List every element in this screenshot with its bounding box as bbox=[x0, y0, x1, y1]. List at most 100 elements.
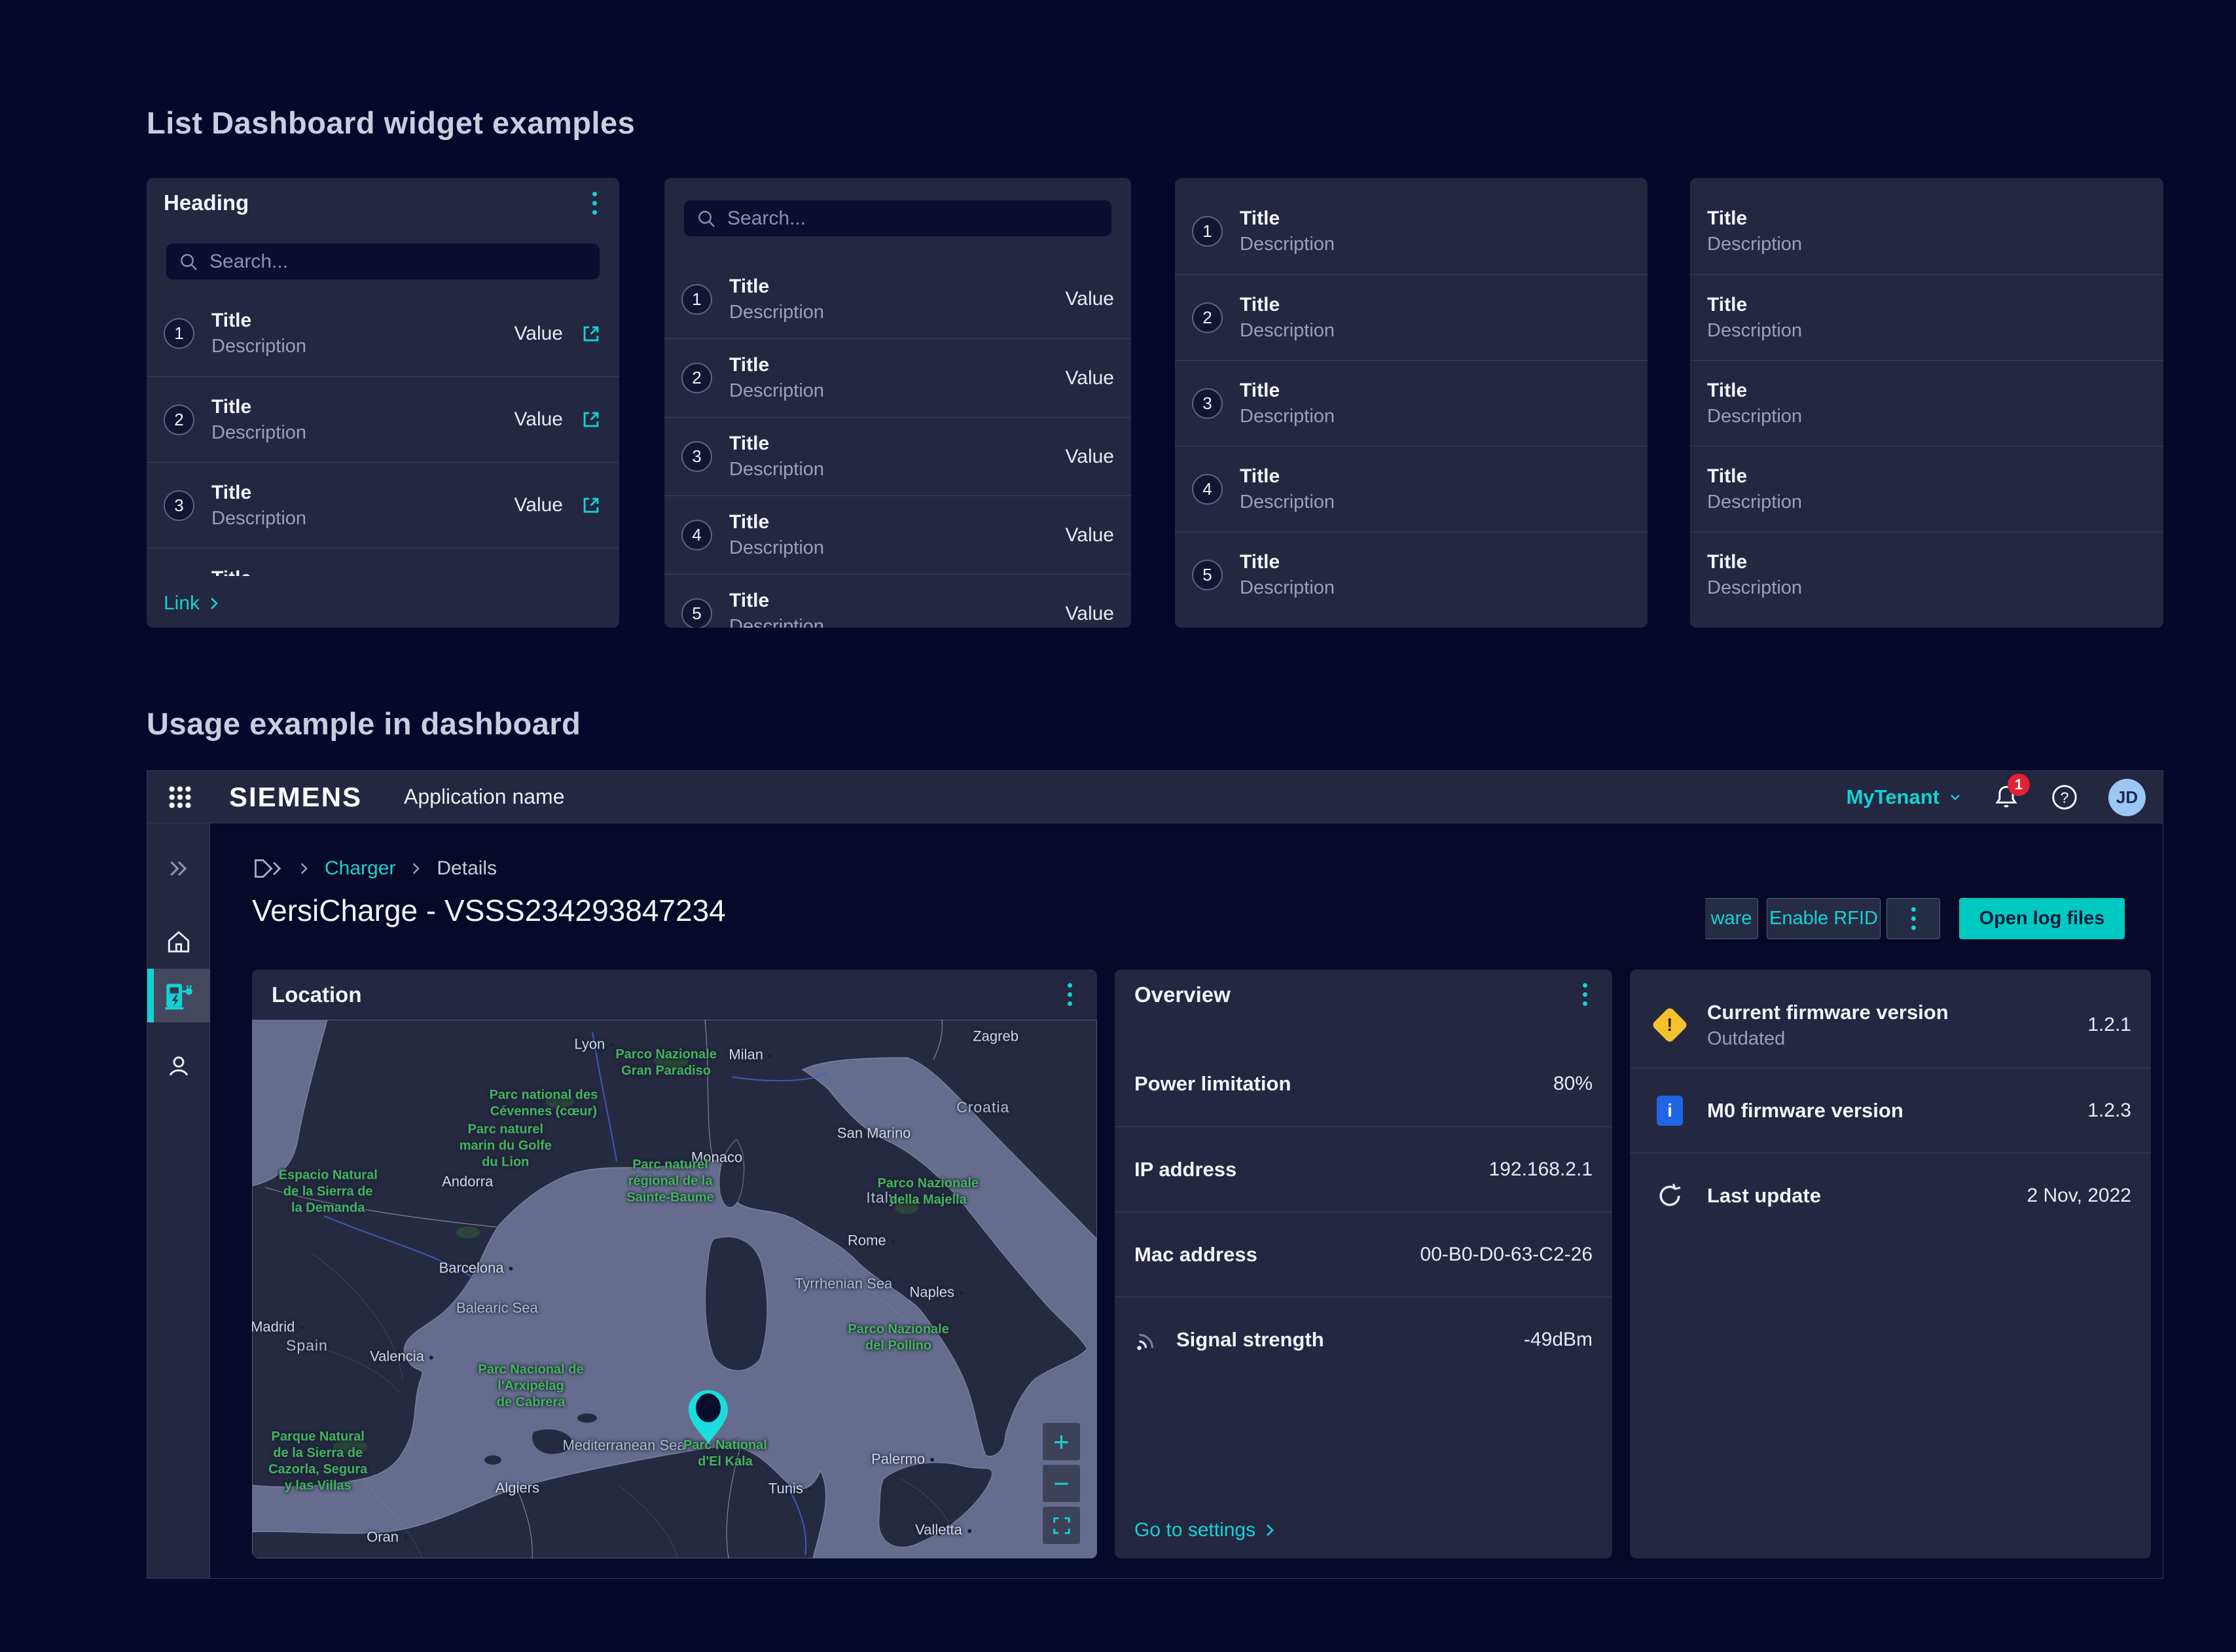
external-link-icon[interactable] bbox=[580, 323, 602, 345]
person-icon bbox=[164, 1052, 193, 1081]
item-description: Description bbox=[1240, 577, 1335, 599]
map-city-dot bbox=[300, 1326, 304, 1330]
chevron-right-icon bbox=[299, 861, 309, 876]
double-chevron-right-icon bbox=[166, 855, 192, 882]
map-label-city: Lyon bbox=[574, 1035, 614, 1053]
item-title: Title bbox=[1240, 294, 1335, 316]
item-title: Title bbox=[1707, 551, 1802, 573]
breadcrumb-charger[interactable]: Charger bbox=[325, 857, 395, 880]
list-item[interactable]: TitleDescription bbox=[1690, 274, 2163, 360]
item-number-chip: 4 bbox=[1192, 474, 1223, 505]
external-link-icon[interactable] bbox=[580, 494, 602, 516]
sidebar-expand-button[interactable] bbox=[147, 842, 210, 895]
map-label-city: Barcelona bbox=[439, 1259, 513, 1277]
list-item[interactable]: 4TitleDescriptionValue bbox=[664, 495, 1131, 574]
list-item[interactable]: 3 Title Description bbox=[1175, 360, 1648, 446]
list-item[interactable]: 1TitleDescriptionValue bbox=[147, 291, 619, 376]
kebab-menu-icon[interactable] bbox=[1578, 978, 1593, 1011]
item-description: Description bbox=[211, 508, 306, 530]
action-bar: ware Enable RFID Open log files bbox=[147, 898, 2163, 939]
item-number-chip: 2 bbox=[1192, 302, 1223, 333]
breadcrumb-root-icon[interactable] bbox=[253, 857, 283, 880]
zoom-out-button[interactable]: − bbox=[1043, 1465, 1080, 1502]
external-link-icon[interactable] bbox=[580, 408, 602, 431]
card-footer-link[interactable]: Link bbox=[164, 592, 219, 615]
map-city-dot bbox=[404, 1536, 408, 1540]
go-to-settings-link[interactable]: Go to settings bbox=[1134, 1519, 1275, 1541]
card-heading: Heading bbox=[164, 190, 249, 215]
map-label-city: Monaco bbox=[691, 1148, 742, 1166]
overview-row-power: Power limitation 80% bbox=[1115, 1041, 1612, 1126]
list-item[interactable]: 4TitleDescription bbox=[1175, 446, 1648, 531]
item-value: Value bbox=[514, 494, 563, 516]
item-title: Title bbox=[729, 276, 824, 298]
list-item[interactable]: 2TitleDescriptionValue bbox=[147, 376, 619, 462]
kebab-menu-icon[interactable] bbox=[1062, 978, 1077, 1011]
overview-card: Overview Power limitation 80% IP address… bbox=[1115, 969, 1612, 1558]
truncated-firmware-button[interactable]: ware bbox=[1705, 898, 1758, 939]
notifications-button[interactable]: 1 bbox=[1992, 781, 2021, 814]
sidebar-item-charger[interactable] bbox=[147, 969, 210, 1022]
list-item[interactable]: 2TitleDescription bbox=[1175, 274, 1648, 360]
item-number-chip: 3 bbox=[681, 441, 712, 472]
list-item[interactable]: TitleDescription bbox=[1690, 531, 2163, 617]
item-number-chip: 4 bbox=[164, 576, 194, 577]
search-input[interactable] bbox=[209, 251, 588, 273]
item-value: Value bbox=[1065, 524, 1114, 547]
item-title: Title bbox=[1240, 380, 1335, 402]
sidebar-item-user[interactable] bbox=[147, 1039, 210, 1093]
search-input[interactable] bbox=[727, 207, 1100, 230]
map-city-dot bbox=[930, 1458, 934, 1462]
item-value: Value bbox=[1065, 446, 1114, 468]
item-description: Description bbox=[729, 302, 824, 323]
map[interactable]: LyonMilanZagrebMonacoAndorraBarcelonaMad… bbox=[252, 1020, 1097, 1558]
ev-charger-icon bbox=[162, 979, 195, 1012]
map-label-country: Croatia bbox=[956, 1098, 1009, 1117]
list-item[interactable]: 5TitleDescription bbox=[1175, 531, 1648, 617]
item-description: Description bbox=[1240, 406, 1335, 427]
widget-card-heading-search: Heading 1TitleDescriptionValue2TitleDesc… bbox=[147, 178, 619, 628]
help-icon[interactable]: ? bbox=[2049, 782, 2080, 812]
map-label-country: Spain bbox=[286, 1337, 328, 1356]
app-switcher-icon[interactable] bbox=[166, 783, 194, 812]
item-number-chip: 1 bbox=[681, 284, 712, 315]
list-item[interactable]: 5TitleDescriptionValue bbox=[664, 574, 1131, 628]
list-item[interactable]: TitleDescription bbox=[1690, 446, 2163, 531]
more-actions-button[interactable] bbox=[1886, 898, 1940, 939]
item-number-chip: 1 bbox=[164, 318, 194, 349]
map-label-city: Palermo bbox=[871, 1450, 934, 1468]
list-item[interactable]: 3TitleDescriptionValue bbox=[147, 462, 619, 548]
enable-rfid-button[interactable]: Enable RFID bbox=[1767, 898, 1881, 939]
list-item[interactable]: TitleDescription bbox=[1690, 360, 2163, 446]
map-labels: LyonMilanZagrebMonacoAndorraBarcelonaMad… bbox=[252, 1020, 1097, 1558]
avatar[interactable]: JD bbox=[2108, 779, 2146, 816]
map-label-city: Naples bbox=[909, 1283, 963, 1301]
map-city-dot bbox=[509, 1266, 513, 1270]
kebab-menu-icon[interactable] bbox=[587, 187, 602, 220]
fullscreen-button[interactable] bbox=[1043, 1507, 1080, 1544]
application-name: Application name bbox=[404, 785, 564, 809]
list-item[interactable]: 1TitleDescriptionValue bbox=[664, 260, 1131, 338]
item-title: Title bbox=[1240, 465, 1335, 488]
location-card-title: Location bbox=[272, 982, 362, 1007]
zoom-in-button[interactable]: + bbox=[1043, 1423, 1080, 1460]
item-title: Title bbox=[1240, 207, 1335, 230]
item-title: Title bbox=[1240, 551, 1335, 573]
firmware-row-current: ! Current firmware version Outdated 1.2.… bbox=[1630, 982, 2151, 1068]
list-item[interactable]: 1TitleDescription bbox=[1175, 189, 1648, 274]
tenant-dropdown[interactable]: MyTenant bbox=[1847, 785, 1963, 809]
list-item[interactable]: 3TitleDescriptionValue bbox=[664, 417, 1131, 495]
overview-row-mac: Mac address 00-B0-D0-63-C2-26 bbox=[1115, 1212, 1612, 1297]
item-value: Value bbox=[1065, 367, 1114, 389]
item-title: Title bbox=[729, 354, 824, 376]
item-title: Title bbox=[729, 590, 824, 612]
item-number-chip: 3 bbox=[1192, 388, 1223, 419]
item-number-chip: 1 bbox=[1192, 216, 1223, 247]
list-item[interactable]: TitleDescription bbox=[1690, 189, 2163, 274]
map-label-country: Italy bbox=[866, 1188, 897, 1207]
map-label-city: Zagreb bbox=[973, 1027, 1019, 1045]
list-item[interactable]: 4TitleDescriptionValue bbox=[147, 548, 619, 576]
map-label-city: Milan bbox=[729, 1046, 772, 1064]
open-log-files-button[interactable]: Open log files bbox=[1959, 898, 2125, 939]
list-item[interactable]: 2TitleDescriptionValue bbox=[664, 338, 1131, 417]
